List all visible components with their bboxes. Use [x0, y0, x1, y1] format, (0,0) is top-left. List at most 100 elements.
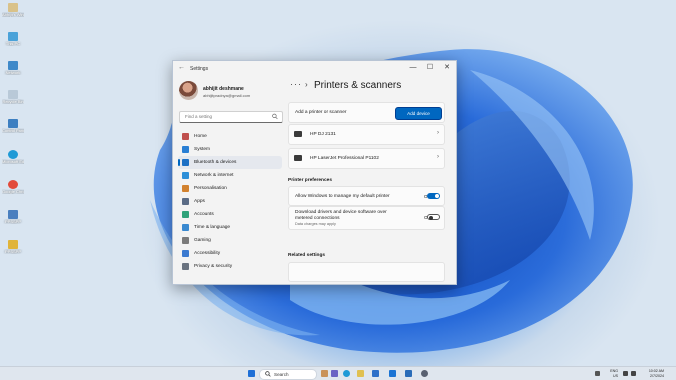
language-label: ENG: [610, 369, 618, 373]
desktop-icon-chrome[interactable]: Google Chrome: [2, 180, 24, 194]
related-settings-header: Related settings: [288, 253, 326, 258]
computer-icon: [8, 32, 18, 41]
search-icon: [265, 371, 271, 377]
sidebar-item-label: Personalisation: [194, 186, 227, 191]
printer-preferences-header: Printer preferences: [288, 178, 332, 183]
desktop-icon-edge[interactable]: Microsoft Edge: [2, 150, 24, 164]
desktop-icon-ppsspp-2[interactable]: PPSSPP: [2, 240, 24, 254]
taskbar-search[interactable]: Search: [259, 369, 317, 380]
sidebar-item-label: Apps: [194, 199, 205, 204]
printer-row[interactable]: HP DJ 2131 ›: [288, 124, 445, 145]
mail-icon[interactable]: [389, 370, 396, 377]
sidebar-item-label: Accounts: [194, 212, 214, 217]
taskbar-search-label: Search: [274, 372, 289, 377]
edge-icon[interactable]: [343, 370, 350, 377]
store-icon[interactable]: [372, 370, 379, 377]
desktop-icon-user-folder[interactable]: Abhijit's Windows: [2, 3, 24, 17]
sidebar-item-label: Time & language: [194, 225, 231, 230]
related-settings-card[interactable]: [288, 262, 445, 282]
sidebar-item-gaming[interactable]: Gaming: [178, 234, 282, 247]
photos-icon[interactable]: [405, 370, 412, 377]
pref-default-printer: Allow Windows to manage my default print…: [288, 186, 445, 206]
printer-name: HP LaserJet Professional P1102: [310, 156, 379, 161]
minimize-button[interactable]: —: [405, 63, 421, 73]
app-icon: [8, 210, 18, 219]
wifi-icon: [182, 172, 189, 179]
globe-clock-icon: [182, 224, 189, 231]
sidebar-item-home[interactable]: Home: [178, 130, 282, 143]
breadcrumb-separator: ›: [305, 80, 308, 89]
language-indicator[interactable]: ENG US: [606, 369, 618, 378]
add-printer-label: Add a printer or scanner: [295, 110, 347, 115]
search-icon: [272, 113, 278, 120]
window-title: Settings: [190, 66, 209, 72]
chevron-up-icon[interactable]: [595, 371, 600, 376]
search-input[interactable]: Find a setting: [179, 111, 283, 123]
sidebar-item-label: Network & internet: [194, 173, 234, 178]
sidebar-item-accessibility[interactable]: Accessibility: [178, 247, 282, 260]
file-explorer-icon[interactable]: [357, 370, 364, 377]
sidebar-item-bluetooth-devices[interactable]: Bluetooth & devices: [178, 156, 282, 169]
app-icon: [8, 240, 18, 249]
printer-icon: [294, 155, 302, 161]
search-placeholder: Find a setting: [185, 114, 213, 119]
gamepad-icon: [182, 237, 189, 244]
sidebar-item-apps[interactable]: Apps: [178, 195, 282, 208]
sidebar-item-label: Home: [194, 134, 207, 139]
breadcrumb-overflow-button[interactable]: ···: [290, 79, 302, 89]
sidebar-item-label: Accessibility: [194, 251, 221, 256]
toggle-knob: [429, 216, 433, 220]
user-name: abhijit deshmane: [203, 86, 244, 92]
pref-label: Download drivers and device software ove…: [295, 210, 387, 221]
settings-icon[interactable]: [421, 370, 428, 377]
sidebar-item-label: System: [194, 147, 210, 152]
monitor-icon: [182, 146, 189, 153]
page-title: Printers & scanners: [314, 80, 402, 91]
desktop-icon-network[interactable]: Network: [2, 61, 24, 75]
avatar[interactable]: [179, 81, 198, 100]
clock[interactable]: 10:02 AM 2/7/2024: [640, 369, 664, 378]
sidebar-item-accounts[interactable]: Accounts: [178, 208, 282, 221]
widgets-icon[interactable]: [321, 370, 328, 377]
desktop: Abhijit's Windows This PC Network Recycl…: [0, 0, 676, 366]
apps-icon: [182, 198, 189, 205]
desktop-icon-ppsspp-1[interactable]: PPSSPP: [2, 210, 24, 224]
person-icon: [182, 211, 189, 218]
metered-download-toggle[interactable]: [427, 214, 440, 220]
sidebar-item-privacy-security[interactable]: Privacy & security: [178, 260, 282, 273]
sidebar-item-system[interactable]: System: [178, 143, 282, 156]
recycle-bin-icon: [8, 90, 18, 99]
pref-metered-download: Download drivers and device software ove…: [288, 206, 445, 230]
add-device-button[interactable]: Add device: [395, 107, 442, 120]
chevron-right-icon: ›: [437, 154, 439, 160]
selection-indicator: [178, 159, 180, 166]
close-button[interactable]: ✕: [439, 63, 455, 73]
desktop-icon-recycle-bin[interactable]: Recycle Bin: [2, 90, 24, 104]
control-panel-icon: [8, 119, 18, 128]
pref-sublabel: Data charges may apply: [295, 222, 336, 226]
volume-icon[interactable]: [631, 371, 636, 376]
start-icon[interactable]: [248, 370, 255, 377]
home-icon: [182, 133, 189, 140]
sidebar-item-time-language[interactable]: Time & language: [178, 221, 282, 234]
back-arrow-icon[interactable]: ←: [178, 64, 185, 71]
region-label: US: [613, 373, 618, 378]
maximize-button[interactable]: ☐: [422, 63, 438, 73]
brush-icon: [182, 185, 189, 192]
toggle-knob: [435, 194, 439, 198]
default-printer-toggle[interactable]: [427, 193, 440, 199]
sidebar: abhijit deshmane abhijitpradnya@gmail.co…: [173, 75, 287, 284]
sidebar-item-personalisation[interactable]: Personalisation: [178, 182, 282, 195]
desktop-icon-this-pc[interactable]: This PC: [2, 32, 24, 46]
chat-icon[interactable]: [331, 370, 338, 377]
printer-row[interactable]: HP LaserJet Professional P1102 ›: [288, 148, 445, 169]
desktop-icon-control-panel[interactable]: Control Panel: [2, 119, 24, 133]
bluetooth-icon: [182, 159, 189, 166]
title-bar[interactable]: ← Settings — ☐ ✕: [173, 61, 456, 75]
user-email: abhijitpradnya@gmail.com: [203, 93, 251, 98]
sidebar-nav: Home System Bluetooth & devices Network …: [178, 130, 282, 273]
wifi-icon[interactable]: [623, 371, 628, 376]
main-content: ··· › Printers & scanners Add a printer …: [287, 75, 456, 284]
edge-icon: [8, 150, 18, 159]
sidebar-item-network[interactable]: Network & internet: [178, 169, 282, 182]
